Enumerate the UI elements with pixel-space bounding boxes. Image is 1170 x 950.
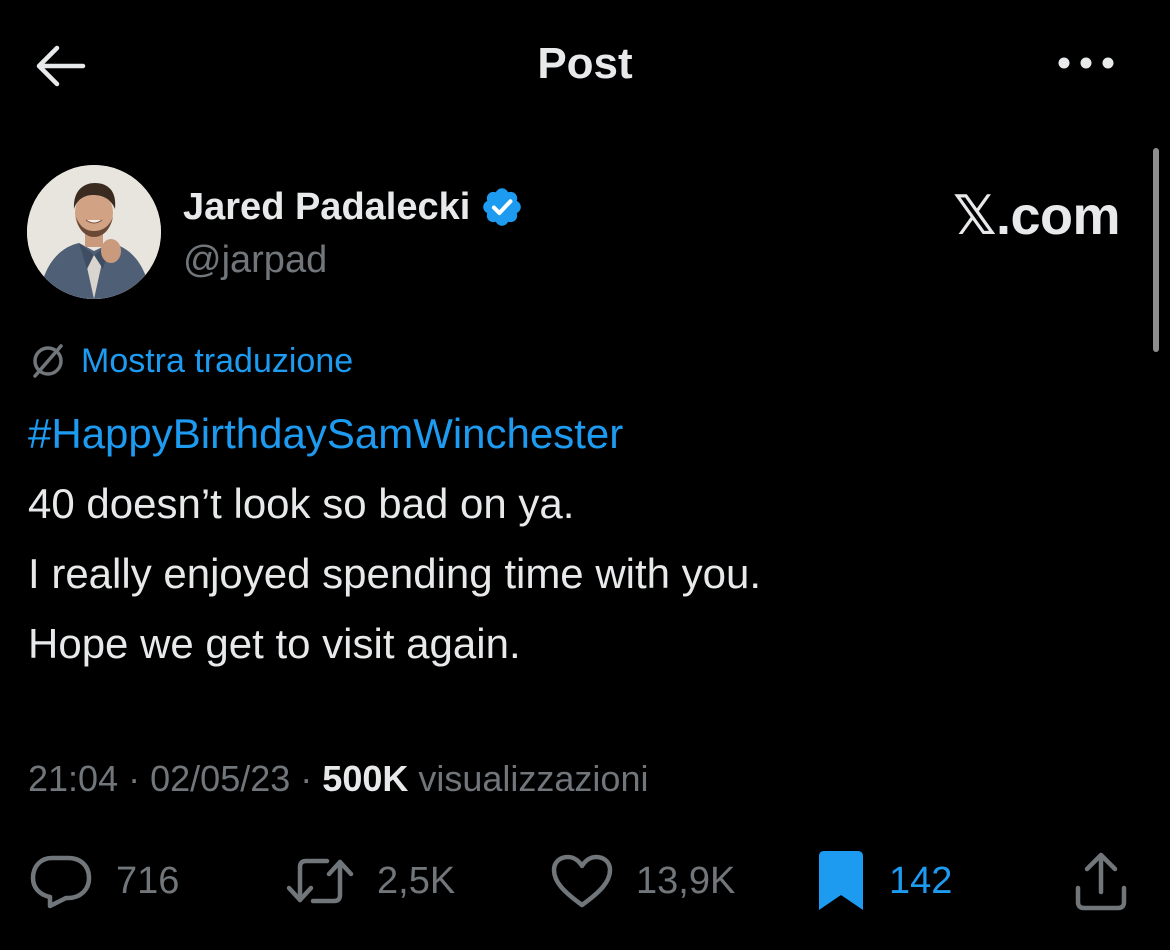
repost-icon (285, 853, 355, 909)
reply-count: 716 (116, 860, 180, 902)
post-time[interactable]: 21:04 (28, 758, 118, 799)
share-icon (1070, 850, 1132, 912)
author-handle[interactable]: @jarpad (183, 236, 327, 284)
back-button[interactable] (30, 38, 90, 94)
more-icon (1058, 57, 1114, 69)
views-count: 500K (322, 758, 409, 799)
post-text-line: Hope we get to visit again. (28, 620, 521, 667)
meta-separator: · (128, 758, 141, 799)
back-arrow-icon (36, 45, 86, 87)
bookmark-icon (815, 850, 867, 912)
author-name[interactable]: Jared Padalecki (183, 180, 470, 234)
page-title: Post (537, 39, 633, 88)
like-count: 13,9K (636, 860, 736, 902)
translate-label: Mostra traduzione (81, 342, 354, 380)
author-name-row[interactable]: Jared Padalecki (183, 180, 524, 234)
post-text: #HappyBirthdaySamWinchester 40 doesn’t l… (28, 399, 1118, 679)
avatar[interactable] (27, 165, 161, 299)
like-icon (550, 853, 614, 909)
meta-separator: · (300, 758, 313, 799)
like-button[interactable]: 13,9K (550, 846, 735, 916)
bookmark-button[interactable]: 142 (815, 846, 952, 916)
action-bar: 716 2,5K 13,9K 142 (0, 846, 1170, 916)
top-bar: Post (0, 0, 1170, 125)
hashtag-link[interactable]: #HappyBirthdaySamWinchester (28, 399, 1118, 469)
watermark: 𝕏.com (952, 186, 1121, 246)
repost-button[interactable]: 2,5K (285, 846, 455, 916)
translate-button[interactable]: Mostra traduzione (27, 338, 353, 384)
reply-button[interactable]: 716 (28, 846, 179, 916)
repost-count: 2,5K (377, 860, 456, 902)
share-button[interactable] (1070, 846, 1132, 916)
post-date[interactable]: 02/05/23 (150, 758, 290, 799)
translate-icon (27, 340, 69, 382)
verified-badge-icon (480, 185, 524, 229)
post-meta: 21:04 · 02/05/23 · 500K visualizzazioni (28, 752, 648, 806)
more-options-button[interactable] (1050, 38, 1122, 88)
reply-icon (28, 853, 94, 909)
views-label: visualizzazioni (418, 758, 649, 799)
post-text-line: I really enjoyed spending time with you. (28, 550, 762, 597)
avatar-photo (27, 165, 161, 299)
scrollbar[interactable] (1153, 148, 1159, 352)
bookmark-count: 142 (889, 860, 953, 902)
post-text-line: 40 doesn’t look so bad on ya. (28, 480, 575, 527)
